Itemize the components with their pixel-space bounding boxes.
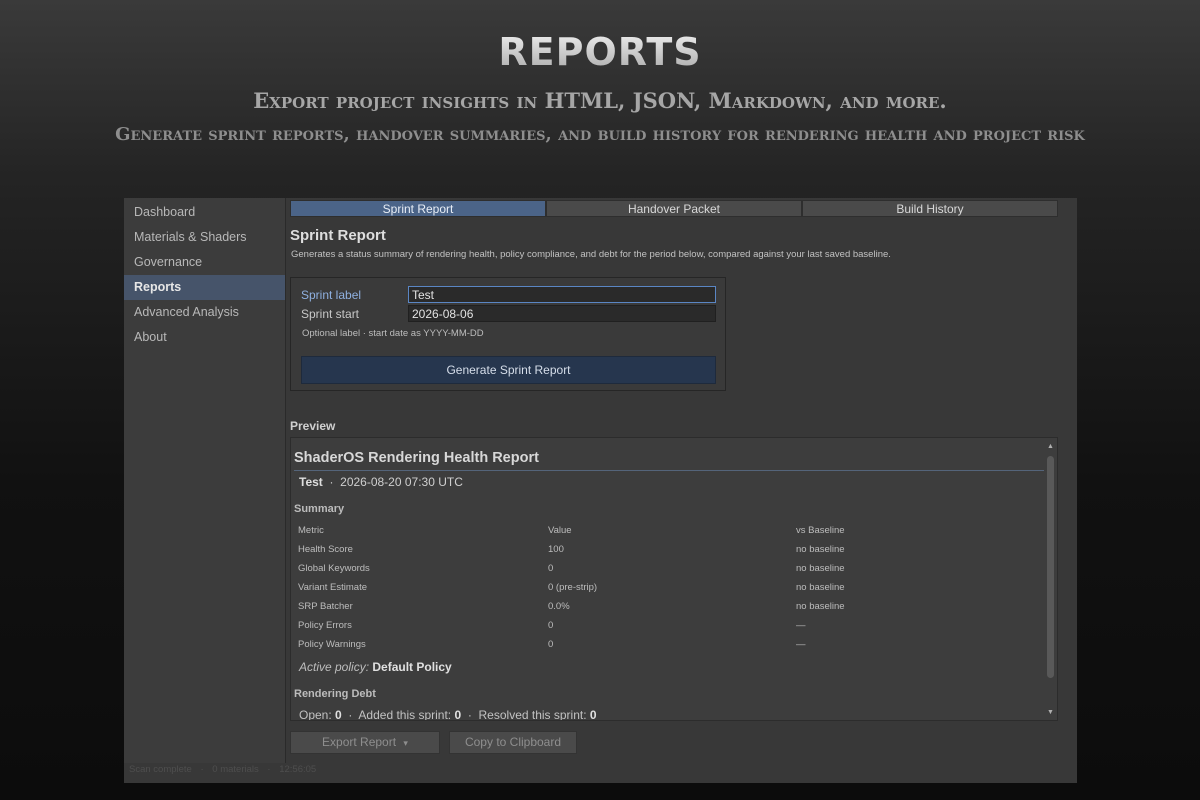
table-row: Variant Estimate 0 (pre-strip) no baseli…	[298, 582, 1038, 601]
copy-to-clipboard-button[interactable]: Copy to Clipboard	[449, 731, 577, 754]
report-meta-time: 2026-08-20 07:30 UTC	[340, 475, 463, 489]
col-vs-baseline: vs Baseline	[796, 525, 845, 536]
section-title: Sprint Report	[290, 227, 386, 244]
policy-prefix: Active policy:	[299, 660, 370, 674]
summary-heading: Summary	[294, 503, 345, 515]
export-report-label: Export Report	[322, 735, 397, 749]
debt-sep: ·	[348, 708, 353, 721]
report-tabs: Sprint Report Handover Packet Build Hist…	[290, 200, 1058, 217]
debt-open-value: 0	[335, 708, 342, 721]
scroll-thumb[interactable]	[1047, 456, 1054, 678]
preview-scrollbar[interactable]: ▲ ▼	[1046, 442, 1055, 718]
row-baseline: —	[796, 639, 806, 650]
generate-sprint-report-button[interactable]: Generate Sprint Report	[301, 356, 716, 384]
row-baseline: —	[796, 620, 806, 631]
policy-value: Default Policy	[372, 660, 452, 674]
sidebar-item-governance[interactable]: Governance	[124, 250, 285, 275]
sidebar-item-reports[interactable]: Reports	[124, 275, 285, 300]
table-header: Metric Value vs Baseline	[298, 525, 1038, 544]
sprint-label-label: Sprint label	[301, 288, 362, 302]
chevron-down-icon: ▾	[403, 738, 408, 748]
hero-title: REPORTS	[0, 30, 1200, 74]
sprint-label-input[interactable]	[408, 286, 716, 303]
status-sep: ·	[267, 764, 271, 775]
row-metric: Policy Warnings	[298, 639, 366, 650]
status-bar: Scan complete · 0 materials · 12:56:05	[129, 764, 322, 775]
row-metric: Health Score	[298, 544, 353, 555]
status-time: 12:56:05	[279, 764, 317, 775]
row-metric: Variant Estimate	[298, 582, 367, 593]
debt-added-value: 0	[454, 708, 462, 721]
debt-added-label: Added this sprint:	[358, 708, 452, 721]
app-window: Dashboard Materials & Shaders Governance…	[124, 198, 1077, 783]
scroll-down-icon[interactable]: ▼	[1046, 708, 1055, 718]
active-policy: Active policy: Default Policy	[299, 660, 452, 674]
sprint-start-input[interactable]	[408, 305, 716, 322]
status-scan: Scan complete	[129, 764, 192, 775]
row-value: 0	[548, 639, 554, 650]
debt-heading: Rendering Debt	[294, 688, 376, 700]
report-title: ShaderOS Rendering Health Report	[294, 450, 1044, 471]
scroll-up-icon[interactable]: ▲	[1046, 442, 1055, 452]
debt-resolved-label: Resolved this sprint:	[478, 708, 587, 721]
col-value: Value	[548, 525, 572, 536]
row-metric: Policy Errors	[298, 620, 352, 631]
tab-sprint-report[interactable]: Sprint Report	[290, 200, 546, 217]
hero-tagline: Generate sprint reports, handover summar…	[115, 124, 1085, 145]
table-row: Global Keywords 0 no baseline	[298, 563, 1038, 582]
sidebar-item-advanced-analysis[interactable]: Advanced Analysis	[124, 300, 285, 325]
row-value: 0	[548, 620, 554, 631]
sidebar: Dashboard Materials & Shaders Governance…	[124, 198, 286, 763]
sprint-start-label: Sprint start	[301, 307, 360, 321]
report-meta-label: Test	[299, 475, 323, 489]
row-baseline: no baseline	[796, 582, 845, 593]
sidebar-item-dashboard[interactable]: Dashboard	[124, 200, 285, 225]
row-metric: SRP Batcher	[298, 601, 353, 612]
sidebar-item-materials-shaders[interactable]: Materials & Shaders	[124, 225, 285, 250]
row-baseline: no baseline	[796, 601, 845, 612]
main-content: Sprint Report Handover Packet Build Hist…	[290, 198, 1058, 763]
col-metric: Metric	[298, 525, 324, 536]
report-meta: Test · 2026-08-20 07:30 UTC	[299, 475, 463, 489]
table-row: Policy Errors 0 —	[298, 620, 1038, 639]
table-row: Policy Warnings 0 —	[298, 639, 1038, 658]
row-value: 0.0%	[548, 601, 570, 612]
section-description: Generates a status summary of rendering …	[291, 249, 891, 260]
status-materials: 0 materials	[212, 764, 259, 775]
table-row: SRP Batcher 0.0% no baseline	[298, 601, 1038, 620]
export-report-button[interactable]: Export Report ▾	[290, 731, 440, 754]
hero-subtitle: Export project insights in HTML, JSON, M…	[253, 88, 947, 113]
preview-label: Preview	[290, 419, 336, 433]
debt-summary: Open: 0 · Added this sprint: 0 · Resolve…	[299, 708, 597, 721]
debt-resolved-value: 0	[589, 708, 597, 721]
row-metric: Global Keywords	[298, 563, 370, 574]
sprint-form: Sprint label Sprint start Optional label…	[290, 277, 726, 391]
debt-sep: ·	[467, 708, 472, 721]
row-value: 0	[548, 563, 554, 574]
row-baseline: no baseline	[796, 544, 845, 555]
row-baseline: no baseline	[796, 563, 845, 574]
tab-build-history[interactable]: Build History	[802, 200, 1058, 217]
row-value: 100	[548, 544, 564, 555]
table-row: Health Score 100 no baseline	[298, 544, 1038, 563]
sidebar-item-about[interactable]: About	[124, 325, 285, 350]
report-meta-sep: ·	[329, 475, 334, 489]
debt-open-label: Open:	[299, 708, 332, 721]
form-hint: Optional label · start date as YYYY-MM-D…	[302, 328, 484, 339]
status-sep: ·	[200, 764, 204, 775]
row-value: 0 (pre-strip)	[548, 582, 598, 593]
tab-handover-packet[interactable]: Handover Packet	[546, 200, 802, 217]
report-preview[interactable]: ShaderOS Rendering Health Report Test · …	[290, 437, 1058, 721]
